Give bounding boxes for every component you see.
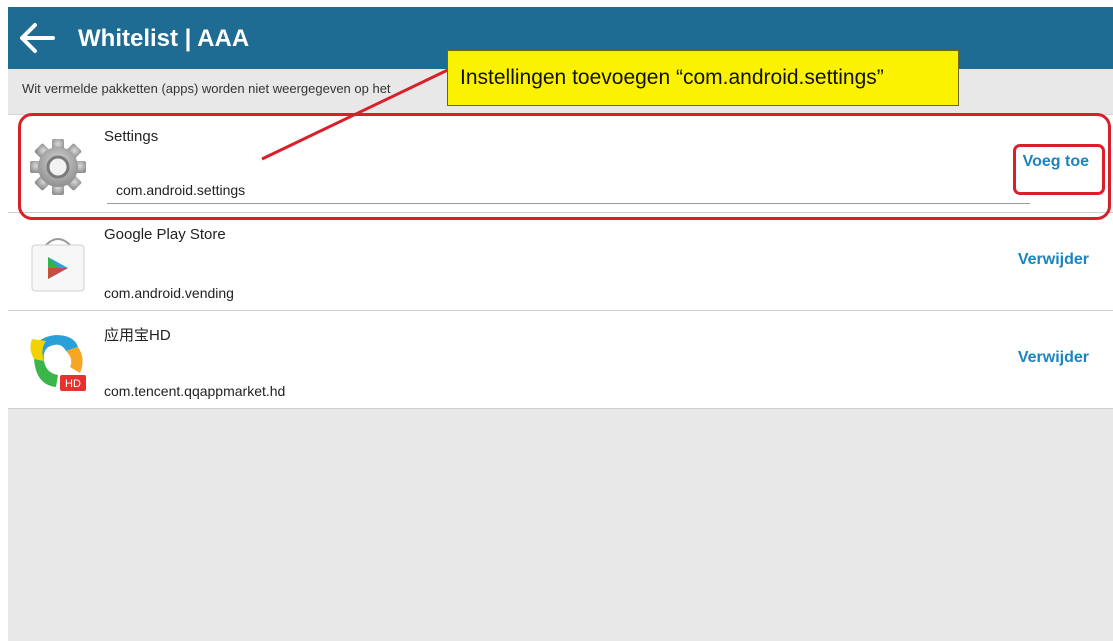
app-screen: Whitelist | AAA Wit vermelde pakketten (… <box>8 7 1113 641</box>
annotation-callout: Instellingen toevoegen “com.android.sett… <box>447 50 959 106</box>
